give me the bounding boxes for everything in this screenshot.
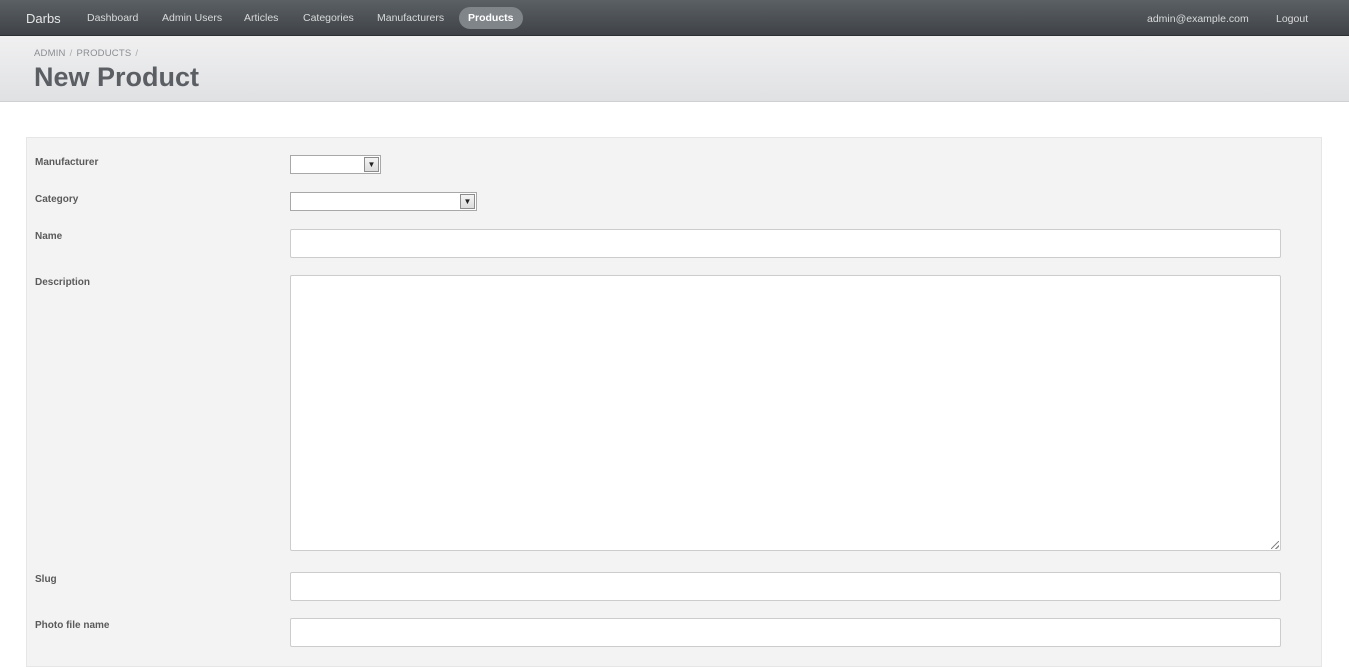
chevron-down-icon[interactable]: ▼: [364, 157, 379, 172]
description-label: Description: [35, 277, 91, 288]
slug-label: Slug: [35, 574, 57, 585]
nav-item-articles[interactable]: Articles: [235, 7, 287, 29]
breadcrumb-separator: /: [135, 48, 139, 59]
photo-file-name-label: Photo file name: [35, 620, 110, 631]
slug-input[interactable]: [290, 572, 1281, 601]
title-bar: ADMIN / PRODUCTS / New Product: [0, 36, 1349, 102]
resize-grip-icon[interactable]: [1271, 541, 1279, 549]
nav-item-products[interactable]: Products: [459, 7, 523, 29]
name-label: Name: [35, 231, 63, 242]
category-label: Category: [35, 194, 79, 205]
breadcrumb-admin[interactable]: ADMIN: [34, 48, 66, 59]
top-navbar: Darbs Dashboard Admin Users Articles Cat…: [0, 0, 1349, 36]
nav-item-dashboard[interactable]: Dashboard: [78, 7, 147, 29]
name-input[interactable]: [290, 229, 1281, 258]
manufacturer-label: Manufacturer: [35, 157, 99, 168]
logout-link[interactable]: Logout: [1276, 13, 1308, 25]
description-textarea[interactable]: [290, 275, 1281, 551]
nav-item-admin-users[interactable]: Admin Users: [153, 7, 231, 29]
category-select[interactable]: ▼: [290, 192, 477, 211]
nav-item-manufacturers[interactable]: Manufacturers: [368, 7, 453, 29]
manufacturer-select[interactable]: ▼: [290, 155, 381, 174]
chevron-down-icon[interactable]: ▼: [460, 194, 475, 209]
current-user-link[interactable]: admin@example.com: [1147, 13, 1249, 25]
nav-item-categories[interactable]: Categories: [294, 7, 363, 29]
breadcrumb-products[interactable]: PRODUCTS: [76, 48, 131, 59]
breadcrumb: ADMIN / PRODUCTS /: [34, 48, 142, 59]
brand-link[interactable]: Darbs: [26, 11, 61, 26]
breadcrumb-separator: /: [69, 48, 73, 59]
page-title: New Product: [34, 62, 200, 92]
photo-file-name-input[interactable]: [290, 618, 1281, 647]
